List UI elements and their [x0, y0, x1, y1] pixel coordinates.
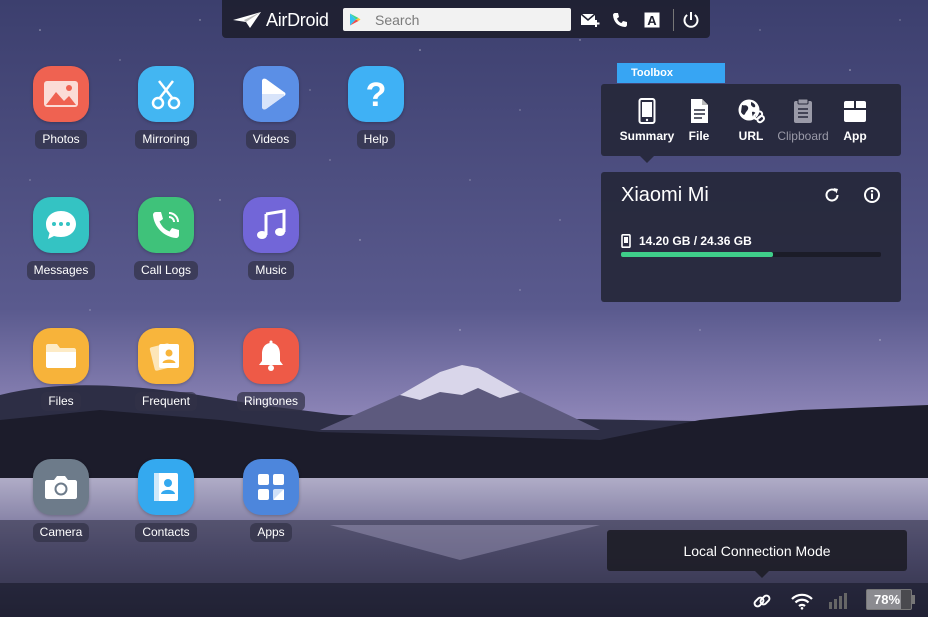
app-label: Videos: [245, 130, 297, 149]
app-camera[interactable]: Camera: [16, 459, 106, 542]
app-label: Ringtones: [236, 392, 306, 411]
power-button[interactable]: [681, 10, 701, 30]
scissors-icon: [138, 66, 194, 122]
app-messages[interactable]: Messages: [16, 197, 106, 280]
phone-storage-icon: [621, 234, 631, 248]
status-bar: [0, 583, 928, 617]
mail-plus-icon: [580, 13, 600, 27]
apps-grid-icon: [243, 459, 299, 515]
camera-icon: [33, 459, 89, 515]
font-a-icon: A: [644, 12, 660, 28]
app-mirroring[interactable]: Mirroring: [121, 66, 211, 149]
music-note-icon: [243, 197, 299, 253]
paper-plane-icon: [233, 12, 261, 28]
app-label: Messages: [26, 261, 96, 280]
play-icon: [243, 66, 299, 122]
chat-icon: [33, 197, 89, 253]
app-label: Frequent: [134, 392, 198, 411]
airdroid-logo[interactable]: AirDroid: [232, 9, 329, 31]
storage-info: 14.20 GB / 24.36 GB: [621, 234, 752, 248]
search-input[interactable]: [375, 11, 555, 28]
tool-label: App: [843, 129, 867, 143]
font-settings-button[interactable]: A: [642, 10, 662, 30]
tool-label: URL: [738, 129, 764, 143]
battery-nub: [912, 595, 915, 604]
tool-url[interactable]: URL: [721, 97, 781, 143]
info-icon: [864, 187, 880, 203]
app-label: Camera: [32, 523, 90, 542]
folder-icon: [33, 328, 89, 384]
app-contacts[interactable]: Contacts: [121, 459, 211, 542]
tool-summary[interactable]: Summary: [617, 97, 677, 143]
app-label: Music: [248, 261, 294, 280]
tool-label: Clipboard: [777, 129, 829, 143]
app-label: Apps: [250, 523, 292, 542]
app-ringtones[interactable]: Ringtones: [226, 328, 316, 411]
app-label: Call Logs: [133, 261, 199, 280]
app-label: Help: [356, 130, 396, 149]
power-icon: [683, 12, 699, 28]
wifi-icon: [791, 593, 813, 610]
battery-percent: 78%: [873, 592, 901, 607]
toolbox-pointer: [640, 156, 654, 163]
top-bar: AirDroid A: [222, 0, 710, 38]
svg-text:A: A: [647, 13, 657, 28]
contact-card-icon: [138, 328, 194, 384]
app-videos[interactable]: Videos: [226, 66, 316, 149]
app-label: Files: [41, 392, 81, 411]
storage-progress-bar: [621, 252, 881, 257]
connection-mode-tooltip: Local Connection Mode: [607, 530, 907, 571]
device-summary-panel: Xiaomi Mi 14.20 GB / 24.36 GB: [601, 172, 901, 302]
app-music[interactable]: Music: [226, 197, 316, 280]
toolbox-panel: Summary File URL Clipboard App: [601, 84, 901, 156]
svg-text:?: ?: [366, 76, 387, 112]
app-call-logs[interactable]: Call Logs: [121, 197, 211, 280]
globe-link-icon: [738, 99, 765, 124]
bell-icon: [243, 328, 299, 384]
tool-app[interactable]: App: [825, 97, 885, 143]
phone-icon: [613, 13, 627, 27]
app-files[interactable]: Files: [16, 328, 106, 411]
refresh-button[interactable]: [823, 186, 841, 204]
refresh-icon: [825, 188, 839, 202]
app-label: Mirroring: [135, 130, 197, 149]
photos-icon: [33, 66, 89, 122]
connection-link-button[interactable]: [751, 591, 773, 611]
new-message-button[interactable]: [580, 10, 600, 30]
package-icon: [844, 101, 866, 122]
app-label: Contacts: [135, 523, 197, 542]
phone-icon: [138, 197, 194, 253]
file-icon: [691, 99, 708, 123]
storage-progress-fill: [621, 252, 773, 257]
tool-file[interactable]: File: [669, 97, 729, 143]
device-info-button[interactable]: [863, 186, 881, 204]
clipboard-icon: [794, 98, 812, 123]
search-box[interactable]: [343, 8, 571, 31]
link-icon: [753, 594, 771, 608]
wifi-status: [791, 591, 813, 611]
device-name: Xiaomi Mi: [621, 184, 709, 206]
phone-outline-icon: [638, 98, 656, 124]
app-label: Photos: [35, 130, 87, 149]
signal-status: [828, 591, 850, 611]
storage-text: 14.20 GB / 24.36 GB: [639, 234, 752, 248]
battery-indicator: 78%: [866, 589, 912, 610]
question-icon: ?: [348, 66, 404, 122]
app-frequent[interactable]: Frequent: [121, 328, 211, 411]
tool-clipboard[interactable]: Clipboard: [773, 97, 833, 143]
signal-bars-icon: [829, 593, 847, 609]
app-photos[interactable]: Photos: [16, 66, 106, 149]
tool-label: Summary: [619, 129, 675, 143]
contacts-book-icon: [138, 459, 194, 515]
tool-label: File: [688, 129, 710, 143]
toolbox-tab[interactable]: Toolbox: [617, 63, 725, 83]
call-button[interactable]: [610, 10, 630, 30]
tooltip-pointer: [755, 571, 769, 578]
logo-text: AirDroid: [266, 9, 329, 30]
toolbar-divider: [673, 9, 674, 31]
app-apps[interactable]: Apps: [226, 459, 316, 542]
google-play-icon: [350, 13, 361, 26]
app-help[interactable]: ? Help: [331, 66, 421, 149]
